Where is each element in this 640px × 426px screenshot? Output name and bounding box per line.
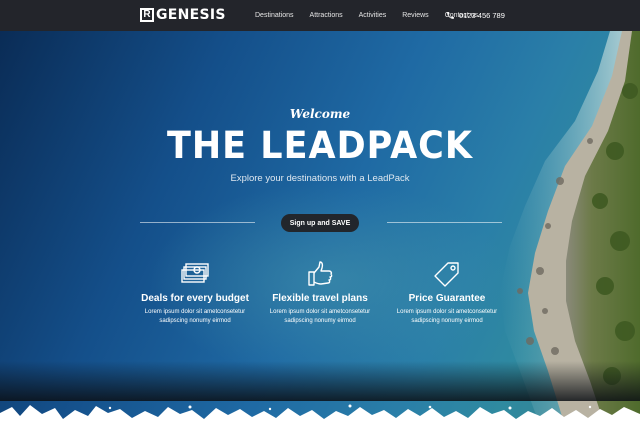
logo[interactable]: R GENESIS (140, 7, 226, 23)
top-navigation-bar: R GENESIS Destinations Attractions Activ… (0, 0, 640, 31)
feature-title: Deals for every budget (141, 293, 249, 304)
divider-left (140, 222, 255, 223)
hero-title: THE LEADPACK (167, 124, 473, 168)
phone-contact[interactable]: 0123 456 789 (446, 0, 505, 31)
thumbs-up-icon (308, 261, 333, 286)
welcome-script: Welcome (289, 107, 351, 121)
feature-deals: Deals for every budget Lorem ipsum dolor… (130, 261, 260, 326)
price-tag-icon (434, 262, 459, 287)
hero-section: Welcome THE LEADPACK Explore your destin… (0, 31, 640, 426)
feature-title: Price Guarantee (408, 293, 486, 304)
feature-text: Lorem ipsum dolor sit ametconsetetur sad… (396, 309, 498, 324)
nav-activities[interactable]: Activities (359, 12, 387, 19)
divider-right (387, 222, 502, 223)
torn-edge-divider (0, 361, 640, 426)
nav-attractions[interactable]: Attractions (310, 12, 343, 19)
feature-flexible: Flexible travel plans Lorem ipsum dolor … (255, 261, 385, 326)
feature-title: Flexible travel plans (272, 293, 368, 304)
money-icon (181, 263, 209, 283)
feature-text: Lorem ipsum dolor sit ametconsetetur sad… (269, 309, 371, 324)
feature-text: Lorem ipsum dolor sit ametconsetetur sad… (144, 309, 246, 324)
nav-reviews[interactable]: Reviews (402, 12, 428, 19)
phone-icon (447, 12, 454, 19)
logo-mark: R (140, 8, 154, 22)
logo-text: GENESIS (156, 7, 226, 23)
phone-number: 0123 456 789 (459, 11, 505, 20)
nav-destinations[interactable]: Destinations (255, 12, 294, 19)
hero-subtitle: Explore your destinations with a LeadPac… (230, 173, 410, 184)
signup-button[interactable]: Sign up and SAVE (281, 214, 359, 232)
feature-price-guarantee: Price Guarantee Lorem ipsum dolor sit am… (382, 261, 512, 326)
